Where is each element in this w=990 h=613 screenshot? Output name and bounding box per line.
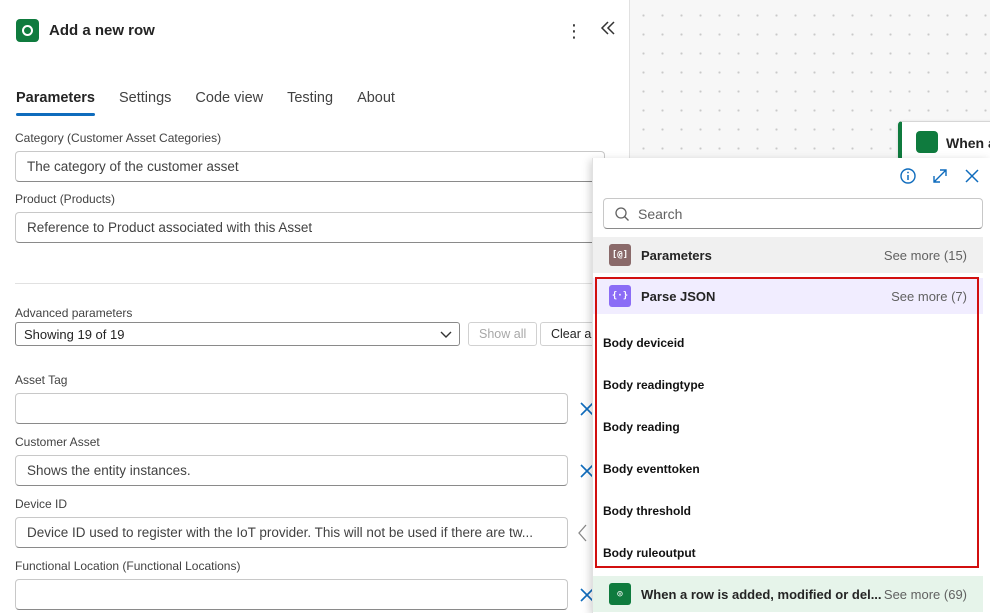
search-input[interactable]: Search [603, 198, 983, 229]
group-parameters[interactable]: [@] Parameters See more (15) [593, 237, 983, 273]
customer-asset-field[interactable]: Shows the entity instances. [15, 455, 568, 486]
token-body-threshold[interactable]: Body threshold [603, 504, 963, 524]
tab-code-view[interactable]: Code view [195, 88, 263, 116]
collapse-flyout-chevron-icon[interactable] [576, 522, 590, 544]
dataverse-icon: ◎ [609, 583, 631, 605]
search-icon [615, 207, 629, 221]
token-body-ruleoutput[interactable]: Body ruleoutput [603, 546, 963, 566]
tab-settings[interactable]: Settings [119, 88, 171, 116]
token-body-eventtoken[interactable]: Body eventtoken [603, 462, 963, 482]
see-more-parameters[interactable]: See more (15) [884, 248, 967, 263]
flyout-toolbar [898, 166, 982, 186]
group-parameters-name: Parameters [641, 247, 712, 263]
tab-bar: Parameters Settings Code view Testing Ab… [16, 88, 419, 116]
info-icon[interactable] [898, 166, 918, 186]
token-body-reading[interactable]: Body reading [603, 420, 963, 440]
category-field[interactable]: The category of the customer asset [15, 151, 605, 182]
expand-icon[interactable] [930, 166, 950, 186]
collapse-panel-icon[interactable] [598, 18, 620, 42]
close-icon[interactable] [962, 166, 982, 186]
device-id-label: Device ID [15, 497, 68, 511]
see-more-parse-json[interactable]: See more (7) [891, 289, 967, 304]
asset-tag-field[interactable] [15, 393, 568, 424]
trigger-card-title: When a [946, 135, 990, 151]
see-more-trigger[interactable]: See more (69) [884, 587, 967, 602]
device-id-field[interactable]: Device ID used to register with the IoT … [15, 517, 568, 548]
product-field[interactable]: Reference to Product associated with thi… [15, 212, 605, 243]
trigger-card[interactable]: When a [898, 121, 990, 161]
action-panel: Add a new row ⋮ Parameters Settings Code… [0, 0, 630, 613]
tab-testing[interactable]: Testing [287, 88, 333, 116]
advanced-parameters-label: Advanced parameters [15, 306, 133, 320]
show-all-button[interactable]: Show all [468, 322, 538, 346]
group-parse-json-name: Parse JSON [641, 288, 716, 304]
chevron-down-icon [440, 331, 452, 338]
token-body-deviceid[interactable]: Body deviceid [603, 336, 963, 356]
functional-location-field[interactable] [15, 579, 568, 610]
parse-json-icon: {·} [609, 285, 631, 307]
panel-title: Add a new row [49, 22, 155, 39]
group-parse-json[interactable]: {·} Parse JSON See more (7) [593, 278, 983, 314]
tab-parameters[interactable]: Parameters [16, 88, 95, 116]
tab-about[interactable]: About [357, 88, 395, 116]
dataverse-icon [16, 19, 39, 42]
divider [15, 283, 615, 284]
group-trigger[interactable]: ◎ When a row is added, modified or del..… [593, 576, 983, 612]
product-label: Product (Products) [15, 192, 116, 206]
advanced-parameters-value: Showing 19 of 19 [24, 326, 125, 342]
search-placeholder: Search [638, 205, 683, 222]
dataverse-icon [916, 131, 938, 153]
advanced-parameters-dropdown[interactable]: Showing 19 of 19 [15, 322, 460, 346]
more-options-icon[interactable]: ⋮ [565, 20, 583, 42]
dynamic-content-flyout: Search [@] Parameters See more (15) {·} … [592, 158, 990, 613]
asset-tag-label: Asset Tag [15, 373, 68, 387]
customer-asset-label: Customer Asset [15, 435, 100, 449]
parameters-icon: [@] [609, 244, 631, 266]
functional-location-label: Functional Location (Functional Location… [15, 559, 241, 573]
token-body-readingtype[interactable]: Body readingtype [603, 378, 963, 398]
category-label: Category (Customer Asset Categories) [15, 131, 222, 145]
group-trigger-name: When a row is added, modified or del... [641, 586, 882, 602]
